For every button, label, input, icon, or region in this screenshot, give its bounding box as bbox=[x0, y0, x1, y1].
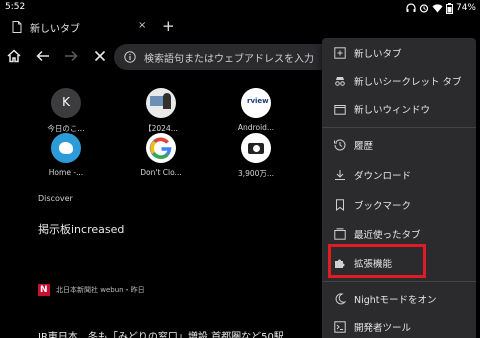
menu-item-new-window[interactable]: 新しいウィンドウ bbox=[322, 96, 476, 122]
shortcut-label: Android... bbox=[237, 123, 275, 132]
site-logo-icon: rview bbox=[241, 88, 271, 118]
shortcut-label: 3,900万... bbox=[237, 169, 275, 178]
info-icon[interactable] bbox=[124, 51, 136, 63]
shortcut-label: Don't Clo... bbox=[140, 168, 182, 177]
moon-icon bbox=[335, 293, 346, 305]
news-logo-icon: N bbox=[38, 284, 50, 296]
devtools-icon bbox=[334, 321, 346, 333]
extensions-highlight-box bbox=[328, 244, 426, 278]
shortcut-badge: rview bbox=[247, 97, 269, 105]
menu-item-label: 履歴 bbox=[354, 141, 374, 152]
menu-item-label: 新しいタブ bbox=[354, 49, 402, 60]
menu-item-label: 開発者ツール bbox=[354, 323, 412, 334]
menu-item-label: 最近使ったタブ bbox=[354, 230, 421, 241]
menu-item-label: Nightモードをオン bbox=[354, 295, 437, 306]
shortcut-tile[interactable]: 3,900万... bbox=[226, 133, 286, 179]
menu-item-devtools[interactable]: 開発者ツール bbox=[322, 314, 476, 338]
bookmark-icon bbox=[336, 199, 344, 211]
download-icon bbox=[335, 170, 345, 180]
wifi-icon bbox=[432, 4, 443, 13]
menu-item-label: 新しいウィンドウ bbox=[354, 105, 431, 116]
address-placeholder: 検索語句またはウェブアドレスを入力 bbox=[144, 53, 314, 65]
menu-item-downloads[interactable]: ダウンロード bbox=[322, 162, 476, 188]
avatar: K bbox=[51, 88, 81, 118]
shortcut-tile[interactable]: 【2024... bbox=[131, 88, 191, 134]
home-icon[interactable] bbox=[6, 48, 22, 64]
battery-percent: 74% bbox=[455, 3, 476, 13]
tab-new-tab[interactable]: 新しいタブ × bbox=[4, 16, 154, 38]
bird-icon bbox=[51, 133, 81, 163]
battery-icon bbox=[445, 2, 453, 14]
close-icon[interactable] bbox=[92, 48, 108, 64]
menu-item-new-tab[interactable]: 新しいタブ bbox=[322, 40, 476, 66]
menu-divider bbox=[322, 127, 476, 128]
shortcut-tile[interactable]: Don't Clo... bbox=[131, 133, 191, 177]
status-bar: 5:52 74% bbox=[0, 0, 480, 16]
forward-icon[interactable] bbox=[63, 48, 79, 64]
overflow-menu: 新しいタブ 新しいシークレット タブ 新しいウィンドウ 履歴 ダウンロード ブッ… bbox=[322, 38, 476, 338]
incognito-icon bbox=[335, 77, 345, 86]
camera-icon bbox=[241, 133, 271, 163]
shortcut-tile[interactable]: K 今日のこ... bbox=[36, 88, 96, 134]
back-icon[interactable] bbox=[35, 48, 51, 64]
menu-item-history[interactable]: 履歴 bbox=[322, 132, 476, 158]
shortcut-label: Home -... bbox=[48, 168, 84, 177]
menu-item-label: 新しいシークレット タブ bbox=[354, 77, 462, 88]
tab-close-button[interactable]: × bbox=[138, 20, 146, 31]
menu-item-bookmarks[interactable]: ブックマーク bbox=[322, 192, 476, 218]
menu-item-incognito[interactable]: 新しいシークレット タブ bbox=[322, 68, 476, 94]
tab-title: 新しいタブ bbox=[30, 23, 80, 35]
alarm-icon bbox=[419, 4, 429, 13]
new-tab-icon bbox=[334, 47, 346, 59]
new-tab-button[interactable]: + bbox=[162, 17, 175, 35]
status-time: 5:52 bbox=[5, 2, 26, 12]
document-icon bbox=[12, 21, 22, 33]
tab-strip: 新しいタブ × + bbox=[0, 16, 480, 38]
history-icon bbox=[334, 139, 346, 151]
article-source: N 北日本新聞社 webun・昨日 bbox=[38, 284, 145, 296]
menu-item-night-mode[interactable]: Nightモードをオン bbox=[322, 286, 476, 312]
site-thumbnail-icon bbox=[146, 88, 176, 118]
menu-item-label: ブックマーク bbox=[354, 201, 412, 212]
article-headline[interactable]: JR東日本、冬も「みどりの窓口」増設 首都圏など50駅 bbox=[38, 328, 284, 338]
shortcut-letter: K bbox=[62, 95, 70, 109]
menu-divider bbox=[322, 281, 476, 282]
article-headline[interactable]: 掲示板increased bbox=[38, 221, 124, 237]
recent-tabs-icon bbox=[334, 228, 346, 240]
headphones-icon bbox=[406, 3, 416, 12]
shortcut-tile[interactable]: Home -... bbox=[36, 133, 96, 177]
shortcut-tile[interactable]: rview Android... bbox=[226, 88, 286, 132]
menu-item-label: ダウンロード bbox=[354, 171, 412, 182]
discover-heading: Discover bbox=[38, 194, 73, 203]
new-window-icon bbox=[334, 105, 346, 115]
address-bar[interactable]: 検索語句またはウェブアドレスを入力 bbox=[114, 44, 354, 70]
source-text: 北日本新聞社 webun・昨日 bbox=[56, 286, 145, 294]
google-icon bbox=[146, 133, 176, 163]
status-icons: 74% bbox=[406, 1, 476, 15]
